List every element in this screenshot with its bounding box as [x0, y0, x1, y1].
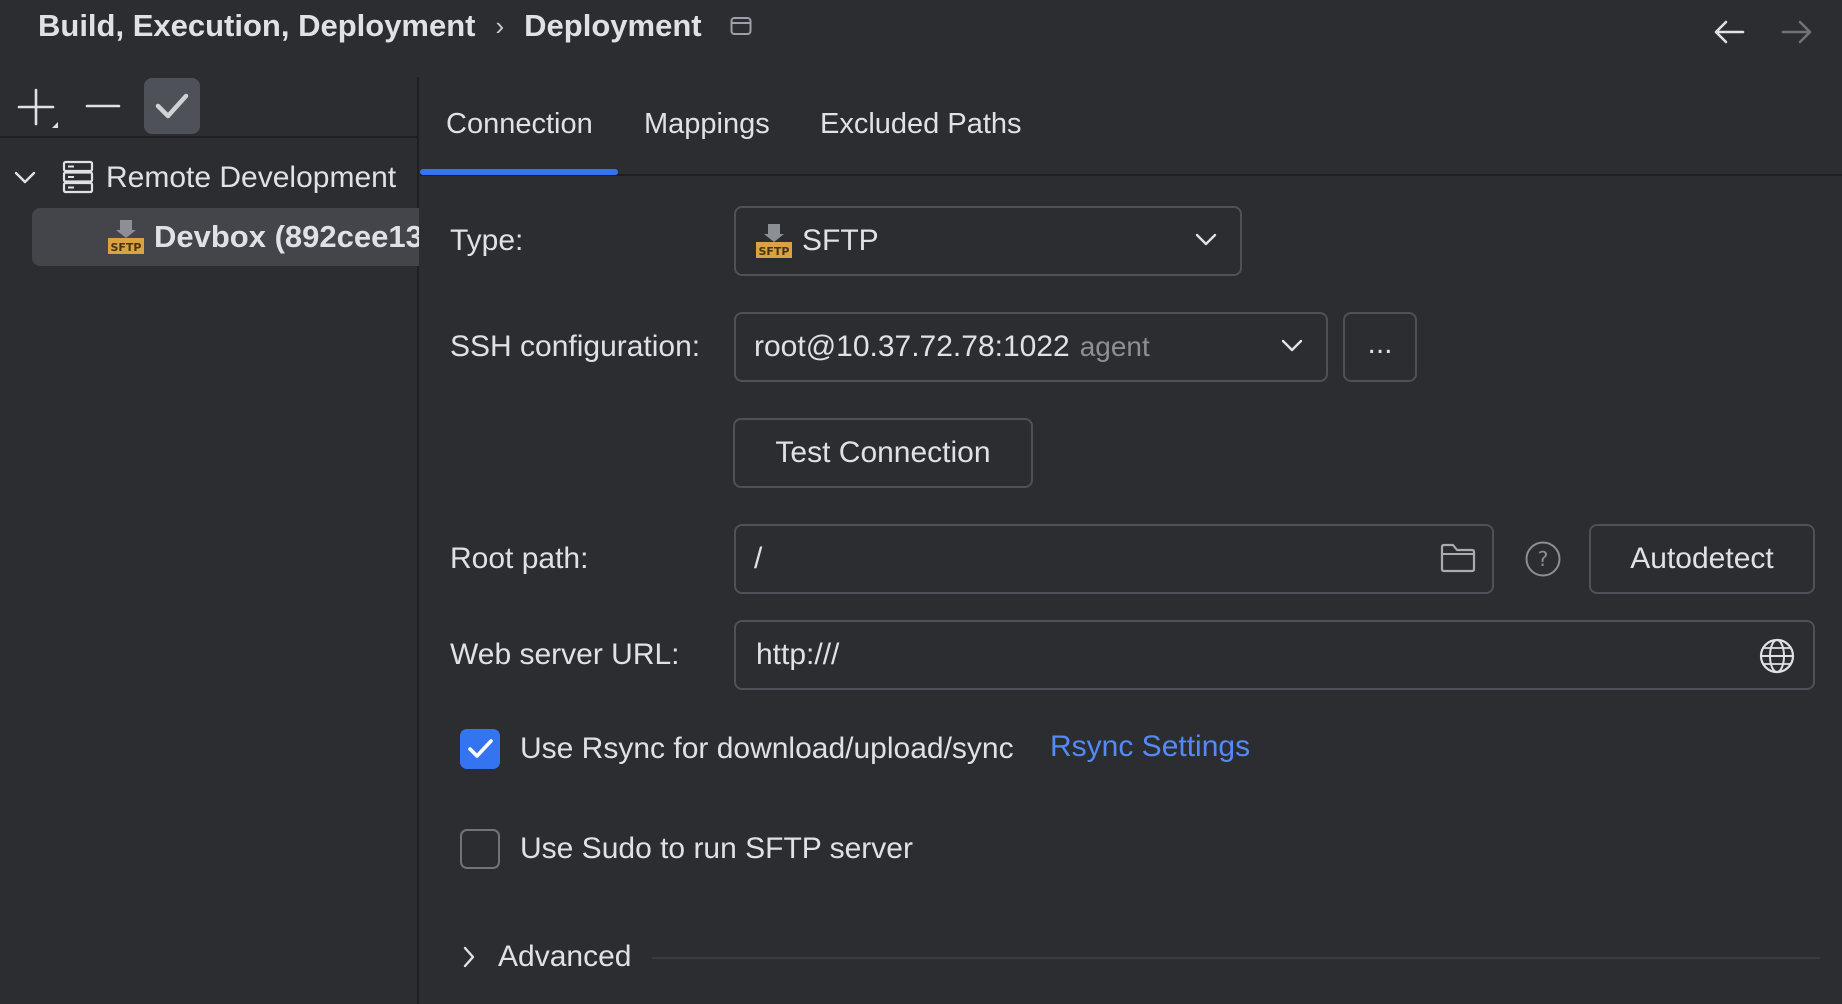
- ssh-configurations-button[interactable]: ...: [1343, 312, 1417, 382]
- remove-server-button[interactable]: [84, 94, 122, 118]
- chevron-down-icon[interactable]: [13, 168, 37, 186]
- root-path-input[interactable]: /: [734, 524, 1494, 594]
- tabs-border: [420, 174, 1842, 176]
- type-value: SFTP: [802, 224, 879, 257]
- root-path-value: /: [754, 542, 763, 575]
- use-sudo-checkbox[interactable]: [460, 829, 500, 869]
- breadcrumb-parent[interactable]: Build, Execution, Deployment: [38, 8, 476, 44]
- checkmark-icon: [154, 91, 190, 121]
- root-path-label: Root path:: [450, 542, 589, 575]
- test-connection-button[interactable]: Test Connection: [733, 418, 1033, 488]
- svg-text:?: ?: [1538, 547, 1549, 571]
- web-server-url-label: Web server URL:: [450, 638, 680, 671]
- tree-item-devbox-label: Devbox (892cee13: [154, 219, 419, 254]
- breadcrumb-separator: ›: [495, 10, 505, 41]
- type-select[interactable]: SFTP SFTP: [734, 206, 1242, 276]
- window-icon[interactable]: [730, 16, 752, 36]
- chevron-down-icon: [1280, 336, 1304, 354]
- chevron-down-icon: [1194, 230, 1218, 248]
- folder-icon[interactable]: [1439, 542, 1477, 574]
- tab-excluded-paths[interactable]: Excluded Paths: [820, 100, 1022, 148]
- svg-text:SFTP: SFTP: [110, 241, 141, 254]
- breadcrumb-current: Deployment: [524, 8, 702, 43]
- ssh-configuration-value: root@10.37.72.78:1022 agent: [754, 327, 1150, 367]
- globe-icon[interactable]: [1758, 637, 1796, 675]
- arrow-right-icon: [1780, 16, 1814, 48]
- breadcrumb: Build, Execution, Deployment › Deploymen…: [38, 0, 752, 52]
- use-sudo-label[interactable]: Use Sudo to run SFTP server: [520, 829, 913, 869]
- web-server-url-value: http:///: [756, 638, 840, 671]
- tree-item-devbox[interactable]: SFTP Devbox (892cee13: [32, 208, 419, 266]
- use-rsync-checkbox[interactable]: [460, 729, 500, 769]
- advanced-separator: [652, 957, 1820, 959]
- ssh-host: root@10.37.72.78:1022: [754, 330, 1070, 363]
- web-server-url-input[interactable]: http:///: [734, 620, 1815, 690]
- add-server-button[interactable]: [16, 86, 60, 130]
- tab-connection[interactable]: Connection: [446, 100, 593, 148]
- chevron-right-icon[interactable]: [460, 943, 478, 971]
- autodetect-button[interactable]: Autodetect: [1589, 524, 1815, 594]
- use-as-default-button[interactable]: [144, 78, 200, 134]
- arrow-left-icon[interactable]: [1712, 16, 1746, 48]
- tree-item-remote-development[interactable]: Remote Development: [106, 158, 396, 198]
- advanced-section-toggle[interactable]: Advanced: [498, 937, 631, 977]
- ssh-auth-hint: agent: [1079, 331, 1150, 362]
- help-icon[interactable]: ?: [1524, 540, 1562, 578]
- rsync-settings-link[interactable]: Rsync Settings: [1050, 727, 1250, 767]
- tab-mappings[interactable]: Mappings: [644, 100, 770, 148]
- use-rsync-label[interactable]: Use Rsync for download/upload/sync: [520, 729, 1014, 769]
- ssh-configuration-label: SSH configuration:: [450, 330, 701, 363]
- toolbar-divider: [0, 136, 419, 138]
- type-label: Type:: [450, 224, 524, 257]
- svg-text:SFTP: SFTP: [758, 245, 789, 258]
- sftp-icon: SFTP: [754, 222, 794, 260]
- server-icon: [62, 160, 94, 194]
- sftp-icon: SFTP: [106, 218, 146, 256]
- ssh-configuration-select[interactable]: root@10.37.72.78:1022 agent: [734, 312, 1328, 382]
- tab-selected-indicator: [420, 169, 618, 175]
